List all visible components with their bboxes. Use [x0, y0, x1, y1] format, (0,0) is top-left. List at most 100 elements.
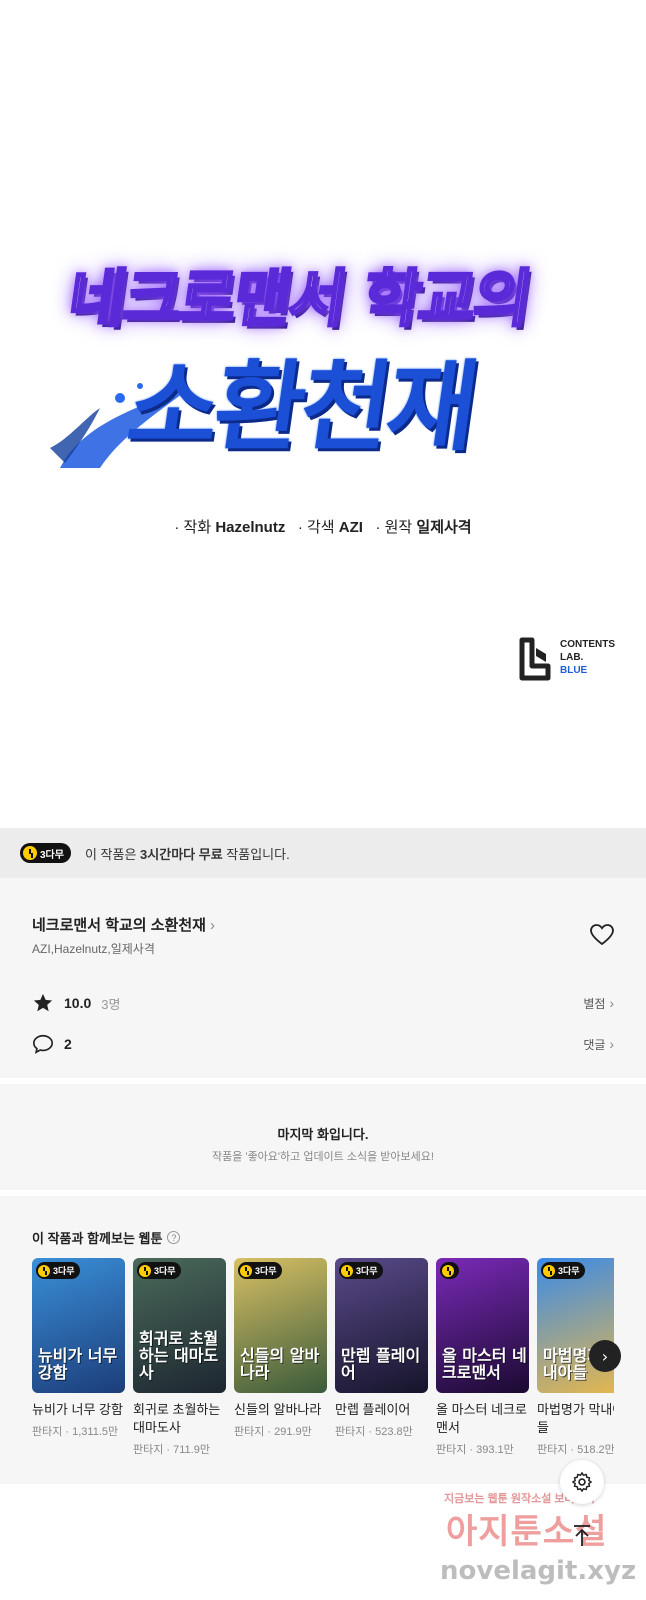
credit-original-label: · 원작: [375, 519, 413, 536]
clock-icon: [38, 1264, 50, 1277]
comment-icon: [33, 1034, 53, 1054]
publisher-line-1: CONTENTS: [560, 639, 615, 650]
recommend-item-meta: 판타지 · 711.9만: [133, 1444, 210, 1456]
settings-button[interactable]: [560, 1460, 604, 1504]
rating-count: 3명: [101, 996, 121, 1012]
credit-original-name: 일제사격: [416, 519, 472, 536]
publisher-mark-icon: [519, 637, 551, 681]
cover-title: 뉴비가 너무강함: [38, 1346, 118, 1382]
chevron-right-icon: ›: [601, 1346, 609, 1366]
recommend-item-title: 올 마스터 네크로맨서: [436, 1402, 527, 1435]
work-authors: AZI,Hazelnutz,일제사격: [32, 942, 155, 956]
recommend-item[interactable]: 3다무 회귀로 초월하는 대마도사 회귀로 초월하는 대마도사 판타지 · 711.9…: [133, 1258, 226, 1457]
last-episode-title: 마지막 화입니다.: [277, 1127, 369, 1142]
comment-row: 2 댓글: [32, 1031, 614, 1057]
recommend-item-title: 회귀로 초월하는 대마도사: [133, 1402, 221, 1435]
publisher-logo: CONTENTS LAB. BLUE: [518, 636, 628, 682]
recommend-thumbnail: 3다무만렙 플레이어: [335, 1258, 428, 1393]
badge-label: 3다무: [53, 1266, 75, 1276]
notice-text-after: 작품입니다.: [222, 846, 290, 862]
title-logo: 네크로맨서 학교의 소환천재: [40, 228, 606, 488]
cover-title: 회귀로 초월하는 대마도사: [139, 1329, 219, 1382]
wait-free-badge: 3다무: [36, 1262, 80, 1279]
badge-label: 3다무: [356, 1266, 378, 1276]
arrow-up-icon: [574, 1525, 590, 1546]
recommend-item[interactable]: 3다무 만렙 플레이어 만렙 플레이어 판타지 · 523.8만: [335, 1258, 428, 1439]
carousel-next-button[interactable]: ›: [589, 1340, 621, 1372]
clock-icon: [442, 1264, 454, 1277]
recommend-item-title: 만렙 플레이어: [335, 1402, 411, 1417]
recommend-item-title: 신들의 알바나라: [234, 1402, 322, 1417]
gear-icon: [572, 1472, 592, 1492]
publisher-line-2: LAB.: [560, 652, 584, 663]
work-title-link[interactable]: 네크로맨서 학교의 소환천재 ›: [32, 914, 215, 935]
recommend-header: 이 작품과 함께보는 웹툰 ?: [32, 1228, 181, 1247]
comment-count: 2: [64, 1036, 72, 1052]
notice-text-bold: 3시간마다 무료: [140, 846, 223, 862]
badge-label: 3다무: [154, 1266, 176, 1276]
rating-row: 10.0 3명 별점: [32, 990, 614, 1016]
notice-text: 이 작품은 3시간마다 무료 작품입니다.: [85, 844, 290, 863]
wait-free-badge: 3다무: [238, 1262, 282, 1279]
wait-free-badge: 3다무: [541, 1262, 585, 1279]
chevron-right-icon: ›: [209, 917, 215, 934]
clock-icon: [543, 1264, 555, 1277]
watermark-line-3: novelagit.xyz: [440, 1556, 637, 1586]
recommend-item[interactable]: 3다무뉴비가 너무강함뉴비가 너무 강함판타지 · 1,311.5만: [32, 1258, 125, 1439]
title-line-1: 네크로맨서 학교의: [63, 261, 536, 337]
recommend-item-meta: 판타지 · 393.1만: [436, 1444, 514, 1456]
recommend-item-title: 뉴비가 너무 강함: [32, 1402, 123, 1417]
credit-art-label: · 작화: [174, 519, 212, 536]
clock-icon: [139, 1264, 151, 1277]
rating-value: 10.0: [64, 995, 92, 1011]
work-info-card: 네크로맨서 학교의 소환천재 › AZI,Hazelnutz,일제사격 10.0 …: [0, 878, 646, 1078]
recommend-list: 3다무 뉴비가 너무강함 뉴비가 너무 강함 판타지 · 1,311.5만 3다무 회귀로…: [32, 1258, 614, 1458]
credit-adapt-name: AZI: [338, 519, 363, 536]
recommend-item[interactable]: 3다무 신들의 알바나라 신들의 알바나라 판타지 · 291.9만: [234, 1258, 327, 1439]
publisher-line-3: BLUE: [560, 665, 588, 676]
title-line-2: 소환천재: [120, 351, 482, 465]
recommend-thumbnail: 올 마스터 네크로맨서: [436, 1258, 529, 1393]
credit-art-name: Hazelnutz: [215, 519, 286, 536]
badge-label: 3다무: [40, 849, 64, 861]
recommend-item-meta: 판타지 · 523.8만: [335, 1426, 413, 1438]
recommend-thumbnail: 3다무뉴비가 너무강함: [32, 1258, 125, 1393]
clock-icon: [341, 1264, 353, 1277]
help-icon[interactable]: ?: [167, 1231, 181, 1244]
recommend-section: 이 작품과 함께보는 웹툰 ? 3다무뉴비가 너무강함뉴비가 너무 강함판타지 …: [0, 1196, 646, 1484]
recommend-item[interactable]: 올 마스터 네크로맨서 올 마스터 네크로맨서 판타지 · 393.1만: [436, 1258, 529, 1457]
work-title: 네크로맨서 학교의 소환천재: [32, 917, 206, 934]
rating-link[interactable]: 별점: [583, 995, 614, 1012]
recommend-title: 이 작품과 함께보는 웹툰: [32, 1231, 163, 1246]
notice-text-before: 이 작품은: [84, 846, 141, 862]
wait-free-badge: 3다무: [339, 1262, 383, 1279]
cover-title: 만렙 플레이어: [341, 1346, 421, 1382]
wait-free-badge: [440, 1262, 459, 1279]
cover-title: 올 마스터 네크로맨서: [442, 1346, 527, 1382]
cover-title: 신들의 알바나라: [240, 1346, 320, 1382]
credit-adapt-label: · 각색: [297, 519, 335, 536]
star-icon: [33, 993, 53, 1012]
wait-free-badge: 3다무: [20, 843, 71, 863]
recommend-item-meta: 판타지 · 291.9만: [234, 1426, 312, 1438]
clock-icon: [23, 846, 37, 860]
heart-icon[interactable]: [590, 924, 614, 946]
credits-line: · 작화 Hazelnutz · 각색 AZI · 원작 일제사격: [0, 516, 646, 537]
recommend-item-title: 마법명가 막내아들: [537, 1402, 614, 1435]
badge-label: 3다무: [255, 1266, 277, 1276]
recommend-item-meta: 판타지 · 1,311.5만: [32, 1426, 119, 1438]
comment-link[interactable]: 댓글: [583, 1036, 614, 1053]
last-episode-panel: 마지막 화입니다. 작품을 '좋아요'하고 업데이트 소식을 받아보세요!: [0, 1084, 646, 1190]
recommend-item-meta: 판타지 · 518.2만: [537, 1444, 614, 1456]
recommend-thumbnail: 3다무신들의 알바나라: [234, 1258, 327, 1393]
last-episode-subtitle: 작품을 '좋아요'하고 업데이트 소식을 받아보세요!: [212, 1151, 434, 1163]
wait-free-badge: 3다무: [137, 1262, 181, 1279]
watermark: 지금보는 웹툰 원작소설 보러가기 아지툰소설 novelagit.xyz: [440, 1490, 640, 1598]
cover-image: 네크로맨서 학교의 소환천재 · 작화 Hazelnutz · 각색 AZI ·…: [0, 0, 646, 828]
free-notice-bar: 3다무 이 작품은 3시간마다 무료 작품입니다.: [0, 828, 646, 878]
recommend-thumbnail: 3다무회귀로 초월하는 대마도사: [133, 1258, 226, 1393]
scroll-top-button[interactable]: [560, 1514, 604, 1558]
clock-icon: [240, 1264, 252, 1277]
publisher-name: CONTENTS LAB. BLUE: [560, 638, 615, 677]
recommend-thumbnail: 3다무마법명가 막내아들: [537, 1258, 614, 1393]
